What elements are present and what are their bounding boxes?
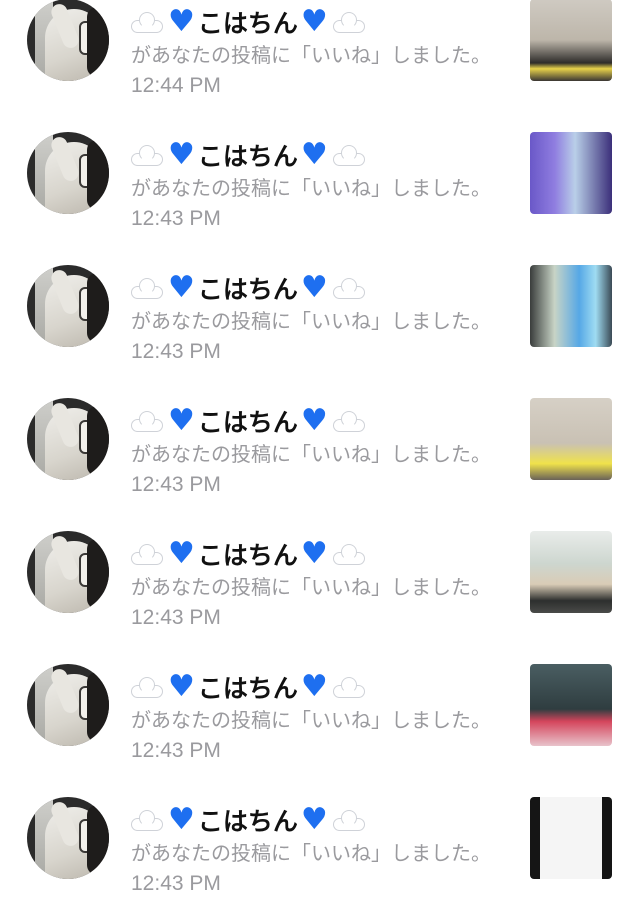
notification-row[interactable]: ♥ こはちん ♥ があなたの投稿に「いいね」しました。 12:43 PM <box>0 229 640 363</box>
cloud-icon <box>131 11 163 33</box>
avatar[interactable] <box>27 265 109 347</box>
username[interactable]: こはちん <box>198 669 298 705</box>
notification-text: ♥ こはちん ♥ があなたの投稿に「いいね」しました。 12:43 PM <box>131 137 511 235</box>
blue-heart-icon: ♥ <box>300 137 328 172</box>
username[interactable]: こはちん <box>198 802 298 838</box>
cloud-icon <box>332 676 365 698</box>
username[interactable]: こはちん <box>198 4 298 40</box>
notification-row[interactable]: ♥ こはちん ♥ があなたの投稿に「いいね」しました。 12:43 PM <box>0 761 640 895</box>
cloud-icon <box>131 410 163 432</box>
blue-heart-icon: ♥ <box>300 802 328 837</box>
notification-list: ♥ こはちん ♥ があなたの投稿に「いいね」しました。 12:44 PM ♥ こ… <box>0 0 640 895</box>
cloud-icon <box>131 676 163 698</box>
post-thumbnail[interactable] <box>530 132 612 214</box>
notification-row[interactable]: ♥ こはちん ♥ があなたの投稿に「いいね」しました。 12:43 PM <box>0 96 640 230</box>
avatar-hair <box>87 7 109 77</box>
username[interactable]: こはちん <box>198 270 298 306</box>
username[interactable]: こはちん <box>198 403 298 439</box>
avatar-hair <box>87 672 109 742</box>
notification-action: があなたの投稿に「いいね」しました。 <box>131 442 491 466</box>
notification-action: があなたの投稿に「いいね」しました。 <box>131 43 491 67</box>
cloud-icon <box>131 144 163 166</box>
post-thumbnail[interactable] <box>530 797 612 879</box>
notification-text: ♥ こはちん ♥ があなたの投稿に「いいね」しました。 12:43 PM <box>131 669 511 767</box>
notification-action: があなたの投稿に「いいね」しました。 <box>131 309 491 333</box>
avatar[interactable] <box>27 797 109 879</box>
blue-heart-icon: ♥ <box>300 403 328 438</box>
post-thumbnail[interactable] <box>530 0 612 81</box>
cloud-icon <box>332 410 365 432</box>
cloud-icon <box>332 809 365 831</box>
avatar-hair <box>87 539 109 609</box>
avatar-hair <box>87 140 109 210</box>
blue-heart-icon: ♥ <box>300 669 328 704</box>
blue-heart-icon: ♥ <box>300 536 328 571</box>
blue-heart-icon: ♥ <box>168 669 195 704</box>
blue-heart-icon: ♥ <box>168 270 195 305</box>
avatar[interactable] <box>27 664 109 746</box>
avatar-hair <box>87 805 109 875</box>
blue-heart-icon: ♥ <box>168 536 195 571</box>
username-line[interactable]: ♥ こはちん ♥ <box>131 270 511 306</box>
post-thumbnail[interactable] <box>530 398 612 480</box>
username[interactable]: こはちん <box>198 137 298 173</box>
avatar[interactable] <box>27 0 109 81</box>
username-line[interactable]: ♥ こはちん ♥ <box>131 4 511 40</box>
notification-timestamp: 12:43 PM <box>131 872 221 895</box>
blue-heart-icon: ♥ <box>168 802 195 837</box>
username-line[interactable]: ♥ こはちん ♥ <box>131 403 511 439</box>
avatar[interactable] <box>27 531 109 613</box>
username[interactable]: こはちん <box>198 536 298 572</box>
notification-text: ♥ こはちん ♥ があなたの投稿に「いいね」しました。 12:43 PM <box>131 403 511 501</box>
notification-text: ♥ こはちん ♥ があなたの投稿に「いいね」しました。 12:43 PM <box>131 536 511 634</box>
notification-action: があなたの投稿に「いいね」しました。 <box>131 708 491 732</box>
username-line[interactable]: ♥ こはちん ♥ <box>131 802 511 838</box>
notification-text: ♥ こはちん ♥ があなたの投稿に「いいね」しました。 12:44 PM <box>131 4 511 102</box>
notification-action: があなたの投稿に「いいね」しました。 <box>131 841 491 865</box>
cloud-icon <box>332 543 365 565</box>
post-thumbnail[interactable] <box>530 531 612 613</box>
cloud-icon <box>131 543 163 565</box>
blue-heart-icon: ♥ <box>168 4 195 39</box>
username-line[interactable]: ♥ こはちん ♥ <box>131 137 511 173</box>
notification-text: ♥ こはちん ♥ があなたの投稿に「いいね」しました。 12:43 PM <box>131 270 511 368</box>
notification-row[interactable]: ♥ こはちん ♥ があなたの投稿に「いいね」しました。 12:43 PM <box>0 362 640 496</box>
post-thumbnail[interactable] <box>530 265 612 347</box>
notification-action: があなたの投稿に「いいね」しました。 <box>131 575 491 599</box>
notification-row[interactable]: ♥ こはちん ♥ があなたの投稿に「いいね」しました。 12:43 PM <box>0 628 640 762</box>
blue-heart-icon: ♥ <box>300 270 328 305</box>
notification-row[interactable]: ♥ こはちん ♥ があなたの投稿に「いいね」しました。 12:44 PM <box>0 0 640 97</box>
notification-action: があなたの投稿に「いいね」しました。 <box>131 176 491 200</box>
blue-heart-icon: ♥ <box>168 403 195 438</box>
cloud-icon <box>131 277 163 299</box>
avatar-hair <box>87 406 109 476</box>
username-line[interactable]: ♥ こはちん ♥ <box>131 536 511 572</box>
blue-heart-icon: ♥ <box>300 4 328 39</box>
blue-heart-icon: ♥ <box>168 137 195 172</box>
cloud-icon <box>131 809 163 831</box>
cloud-icon <box>332 11 365 33</box>
avatar-hair <box>87 273 109 343</box>
username-line[interactable]: ♥ こはちん ♥ <box>131 669 511 705</box>
notification-row[interactable]: ♥ こはちん ♥ があなたの投稿に「いいね」しました。 12:43 PM <box>0 495 640 629</box>
post-thumbnail[interactable] <box>530 664 612 746</box>
cloud-icon <box>332 277 365 299</box>
notification-text: ♥ こはちん ♥ があなたの投稿に「いいね」しました。 12:43 PM <box>131 802 511 900</box>
avatar[interactable] <box>27 132 109 214</box>
cloud-icon <box>332 144 365 166</box>
avatar[interactable] <box>27 398 109 480</box>
